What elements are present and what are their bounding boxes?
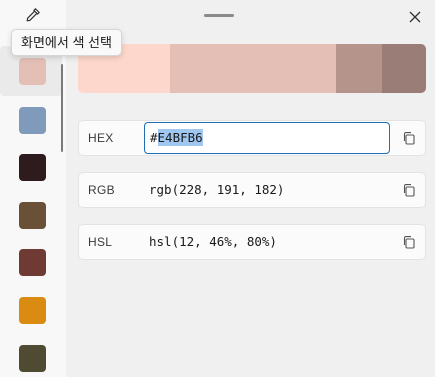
close-icon (409, 11, 421, 23)
color-picker-button[interactable] (22, 4, 44, 26)
swatch-5[interactable] (19, 249, 46, 276)
hex-label: HEX (88, 131, 114, 145)
drag-handle[interactable] (204, 14, 234, 17)
swatch-2[interactable] (19, 107, 46, 134)
shade-palette (78, 44, 426, 93)
copy-icon[interactable] (402, 131, 416, 145)
hsl-label: HSL (88, 235, 113, 249)
shade-current[interactable] (252, 44, 336, 93)
rgb-label: RGB (88, 183, 115, 197)
rgb-row: RGB rgb(228, 191, 182) (78, 172, 426, 208)
hex-input[interactable]: #E4BFB6 (144, 122, 390, 154)
hsl-value: hsl(12, 46%, 80%) (149, 234, 277, 249)
shade-light[interactable] (170, 44, 252, 93)
hsl-row: HSL hsl(12, 46%, 80%) (78, 224, 426, 260)
swatch-6[interactable] (19, 297, 46, 324)
swatch-3[interactable] (19, 154, 46, 181)
shade-darker[interactable] (382, 44, 426, 93)
color-history-sidebar: 화면에서 색 선택 (0, 0, 122, 377)
hex-row: HEX #E4BFB6 (78, 120, 426, 156)
hex-value: E4BFB6 (157, 129, 203, 146)
swatch-4[interactable] (19, 202, 46, 229)
shade-dark[interactable] (336, 44, 382, 93)
eyedropper-icon (26, 8, 40, 22)
rgb-value: rgb(228, 191, 182) (149, 182, 285, 197)
hex-prefix: # (150, 130, 158, 145)
tooltip: 화면에서 색 선택 (11, 29, 122, 56)
swatch-7[interactable] (19, 345, 46, 372)
scrollbar[interactable] (61, 64, 63, 152)
close-button[interactable] (405, 7, 425, 27)
copy-icon[interactable] (402, 183, 416, 197)
swatch-1[interactable] (19, 58, 46, 85)
copy-icon[interactable] (402, 235, 416, 249)
